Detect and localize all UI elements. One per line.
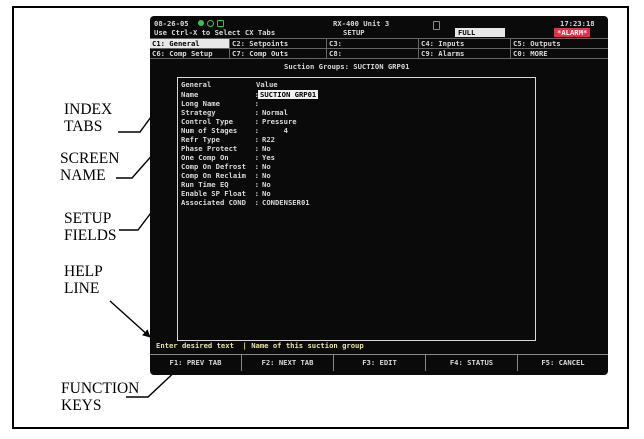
callout-help-line: HELP LINE xyxy=(64,263,103,297)
name-input[interactable]: SUCTION GRP01 xyxy=(258,90,319,99)
tab-c4-inputs[interactable]: C4: Inputs xyxy=(419,39,511,48)
fields-header-value: Value xyxy=(256,80,278,89)
setup-field-value[interactable]: R22 xyxy=(262,135,275,144)
header-date: 08-26-05 xyxy=(154,19,189,28)
tab-c3[interactable]: C3: xyxy=(327,39,419,48)
full-badge: FULL xyxy=(455,28,505,37)
callout-screen-name: SCREEN NAME xyxy=(60,150,120,184)
tab-divider-bottom xyxy=(150,58,608,59)
tab-c5-outputs[interactable]: C5: Outputs xyxy=(511,39,608,48)
setup-field-value[interactable]: No xyxy=(262,180,271,189)
header-time: 17:23:18 xyxy=(560,19,595,28)
setup-field-value[interactable]: 4 xyxy=(262,126,288,135)
f3-edit-button[interactable]: F3: EDIT xyxy=(334,355,426,371)
setup-field-value[interactable]: No xyxy=(262,162,271,171)
printer-icon xyxy=(217,20,224,27)
callout-index-tabs: INDEX TABS xyxy=(64,101,113,135)
tab-c6-comp-setup[interactable]: C6: Comp Setup xyxy=(150,49,230,58)
header-unit: RX-400 Unit 3 xyxy=(333,19,390,28)
function-key-bar: F1: PREV TAB F2: NEXT TAB F3: EDIT F4: S… xyxy=(150,354,608,371)
f4-status-button[interactable]: F4: STATUS xyxy=(426,355,518,371)
setup-field-label: One Comp On : xyxy=(181,153,259,162)
setup-field-value[interactable]: No xyxy=(262,189,271,198)
tab-c2-setpoints[interactable]: C2: Setpoints xyxy=(230,39,327,48)
setup-field-value[interactable]: Normal xyxy=(262,108,288,117)
tab-c0-more[interactable]: C0: MORE xyxy=(511,49,608,58)
setup-field-label: Comp On Reclaim : xyxy=(181,171,259,180)
f2-next-tab-button[interactable]: F2: NEXT TAB xyxy=(242,355,334,371)
setup-field-label: Strategy : xyxy=(181,108,259,117)
setup-field-value[interactable]: Yes xyxy=(262,153,275,162)
setup-field-label: Run Time EQ : xyxy=(181,180,259,189)
setup-field-label: Enable SP Float : xyxy=(181,189,259,198)
tab-c1-general[interactable]: C1: General xyxy=(150,39,230,48)
setup-field-label: Phase Protect : xyxy=(181,144,259,153)
fields-header-general: General xyxy=(181,80,212,89)
header-hint: Use Ctrl-X to Select CX Tabs xyxy=(154,28,276,37)
setup-field-value[interactable]: No xyxy=(262,144,271,153)
tab-c8[interactable]: C8: xyxy=(327,49,419,58)
disk-icon xyxy=(433,21,440,30)
setup-field-value[interactable]: No xyxy=(262,171,271,180)
header-mode: SETUP xyxy=(343,28,365,37)
controller-screen: 08-26-05 RX-400 Unit 3 17:23:18 Use Ctrl… xyxy=(150,16,608,375)
setup-field-label: Comp On Defrost : xyxy=(181,162,259,171)
setup-field-label: Name : xyxy=(181,90,259,99)
setup-field-label: Control Type : xyxy=(181,117,259,126)
network-icon xyxy=(207,20,214,27)
screen-name: Suction Groups: SUCTION GRP01 xyxy=(284,62,410,71)
setup-field-value[interactable]: CONDENSER01 xyxy=(262,198,310,207)
setup-field-label: Long Name : xyxy=(181,99,259,108)
callout-function-keys: FUNCTION KEYS xyxy=(61,380,140,414)
help-line: Enter desired text | Name of this suctio… xyxy=(156,341,364,350)
f1-prev-tab-button[interactable]: F1: PREV TAB xyxy=(150,355,242,371)
setup-field-label: Refr Type : xyxy=(181,135,259,144)
f5-cancel-button[interactable]: F5: CANCEL xyxy=(518,355,608,371)
tab-c9-alarms[interactable]: C9: Alarms xyxy=(419,49,511,58)
status-led-icon xyxy=(198,20,204,26)
setup-field-label: Associated COND : xyxy=(181,198,259,207)
tab-c7-comp-outs[interactable]: C7: Comp Outs xyxy=(230,49,327,58)
setup-field-value[interactable]: Pressure xyxy=(262,117,297,126)
callout-setup-fields: SETUP FIELDS xyxy=(64,210,117,244)
setup-field-label: Num of Stages : xyxy=(181,126,259,135)
alarm-badge[interactable]: *ALARM* xyxy=(554,28,591,37)
